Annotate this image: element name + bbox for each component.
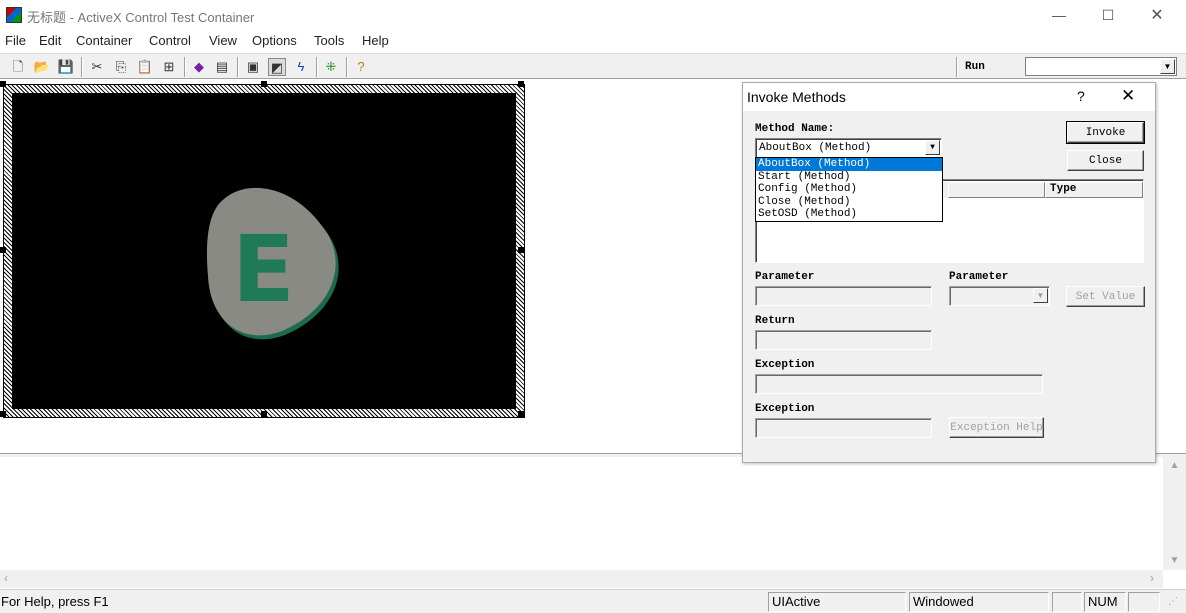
chevron-down-icon[interactable]: ▼ (1160, 59, 1175, 74)
exception-field[interactable] (755, 374, 1043, 394)
resize-handle[interactable] (0, 81, 6, 87)
parameter-value-field[interactable] (755, 286, 932, 306)
resize-handle[interactable] (518, 247, 524, 253)
maximize-button[interactable]: ☐ (1085, 0, 1131, 31)
menu-edit[interactable]: Edit (39, 33, 61, 48)
control-selection-frame[interactable]: E (0, 81, 525, 418)
app-icon (6, 7, 22, 23)
parameter-type-combo[interactable]: ▼ (949, 286, 1050, 306)
exception-label: Exception (755, 359, 815, 371)
logo-icon: E (206, 187, 339, 340)
method-name-label: Method Name: (755, 123, 835, 135)
menu-container[interactable]: Container (76, 33, 132, 48)
method-option-setosd[interactable]: SetOSD (Method) (756, 208, 942, 221)
help-button[interactable]: ? (1077, 88, 1085, 104)
toolbar-separator (184, 57, 186, 77)
menu-bar: File Edit Container Control View Options… (0, 31, 1186, 52)
method-option-aboutbox[interactable]: AboutBox (Method) (756, 158, 942, 171)
run-label: Run (965, 61, 985, 73)
status-num: NUM (1084, 592, 1126, 612)
minimize-button[interactable]: — (1036, 0, 1082, 31)
toolbar-separator (316, 57, 318, 77)
status-window-mode: Windowed (909, 592, 1049, 612)
horizontal-scrollbar[interactable]: ‹ › (0, 570, 1163, 588)
toolbar-separator (237, 57, 239, 77)
new-icon[interactable]: 🗋 (9, 58, 27, 76)
status-help-text: For Help, press F1 (1, 594, 109, 609)
method-selected-value: AboutBox (Method) (759, 142, 872, 154)
copy-icon[interactable]: ⎘ (112, 58, 130, 76)
scroll-up-icon[interactable]: ▲ (1163, 460, 1186, 471)
method-dropdown-list[interactable]: AboutBox (Method) Start (Method) Config … (755, 157, 943, 222)
set-value-button[interactable]: Set Value (1066, 286, 1145, 307)
menu-file[interactable]: File (5, 33, 26, 48)
parameter-value-label: Parameter (755, 271, 815, 283)
resize-handle[interactable] (261, 411, 267, 417)
method-name-combo[interactable]: AboutBox (Method) ▼ (755, 138, 942, 158)
passive-icon[interactable]: ◩ (268, 58, 286, 76)
paste-icon[interactable]: 📋 (136, 58, 154, 76)
close-dialog-button[interactable]: ✕ (1121, 86, 1135, 106)
method-option-close[interactable]: Close (Method) (756, 196, 942, 209)
scroll-right-icon[interactable]: › (1150, 571, 1154, 585)
grid-icon[interactable]: ⁜ (322, 58, 340, 76)
method-option-start[interactable]: Start (Method) (756, 171, 942, 184)
title-bar: 无标题 - ActiveX Control Test Container — ☐… (0, 0, 1186, 31)
invoke-methods-dialog: Invoke Methods ? ✕ Method Name: AboutBox… (742, 82, 1156, 463)
column-header-type[interactable]: Type (1045, 182, 1143, 198)
properties-icon[interactable]: ▤ (213, 58, 231, 76)
resize-handle[interactable] (261, 81, 267, 87)
return-field[interactable] (755, 330, 932, 350)
return-label: Return (755, 315, 795, 327)
insert-control-icon[interactable]: ⊞ (160, 58, 178, 76)
vertical-scrollbar[interactable]: ▲ ▼ (1163, 457, 1186, 570)
status-scrl-pane (1128, 592, 1160, 612)
menu-help[interactable]: Help (362, 33, 389, 48)
toolbar-separator (346, 57, 348, 77)
method-option-config[interactable]: Config (Method) (756, 183, 942, 196)
resize-handle[interactable] (518, 411, 524, 417)
status-bar: For Help, press F1 UIActive Windowed NUM… (0, 589, 1186, 613)
menu-options[interactable]: Options (252, 33, 297, 48)
scroll-left-icon[interactable]: ‹ (4, 571, 8, 585)
exception-detail-field[interactable] (755, 418, 932, 438)
window-title: 无标题 - ActiveX Control Test Container (27, 10, 255, 25)
status-ui-state: UIActive (768, 592, 906, 612)
close-window-button[interactable]: ✕ (1134, 0, 1180, 31)
size-grip-icon[interactable]: ⋰ (1168, 596, 1178, 607)
scroll-down-icon[interactable]: ▼ (1163, 555, 1186, 566)
chevron-down-icon[interactable]: ▼ (925, 140, 940, 155)
chevron-down-icon[interactable]: ▼ (1033, 288, 1048, 303)
logo-letter: E (232, 216, 295, 323)
open-icon[interactable]: 📂 (33, 58, 51, 76)
dialog-title: Invoke Methods (747, 89, 846, 105)
toolbar: 🗋 📂 💾 ✂ ⎘ 📋 ⊞ ◆ ▤ ▣ ◩ ϟ ⁜ ? Run ▼ (0, 53, 1186, 79)
column-header-value[interactable] (948, 182, 1045, 198)
exception-help-button[interactable]: Exception Help (949, 417, 1044, 438)
close-button[interactable]: Close (1067, 150, 1144, 171)
cut-icon[interactable]: ✂ (88, 58, 106, 76)
exception-detail-label: Exception (755, 403, 815, 415)
resize-handle[interactable] (0, 247, 6, 253)
menu-control[interactable]: Control (149, 33, 191, 48)
activex-control-view[interactable]: E (12, 93, 516, 409)
invoke-methods-icon[interactable]: ◆ (190, 58, 208, 76)
menu-view[interactable]: View (209, 33, 237, 48)
menu-tools[interactable]: Tools (314, 33, 344, 48)
resize-handle[interactable] (0, 411, 6, 417)
macro-icon[interactable]: ϟ (292, 58, 310, 76)
events-icon[interactable]: ▣ (244, 58, 262, 76)
run-combo[interactable]: ▼ (1025, 57, 1177, 76)
toolbar-separator (81, 57, 83, 77)
help-icon[interactable]: ? (352, 58, 370, 76)
invoke-button[interactable]: Invoke (1066, 121, 1145, 144)
toolbar-separator (956, 57, 958, 77)
parameter-type-label: Parameter (949, 271, 1009, 283)
status-cap-pane (1052, 592, 1082, 612)
save-icon[interactable]: 💾 (57, 58, 75, 76)
dialog-title-bar[interactable]: Invoke Methods ? ✕ (743, 83, 1155, 111)
resize-handle[interactable] (518, 81, 524, 87)
